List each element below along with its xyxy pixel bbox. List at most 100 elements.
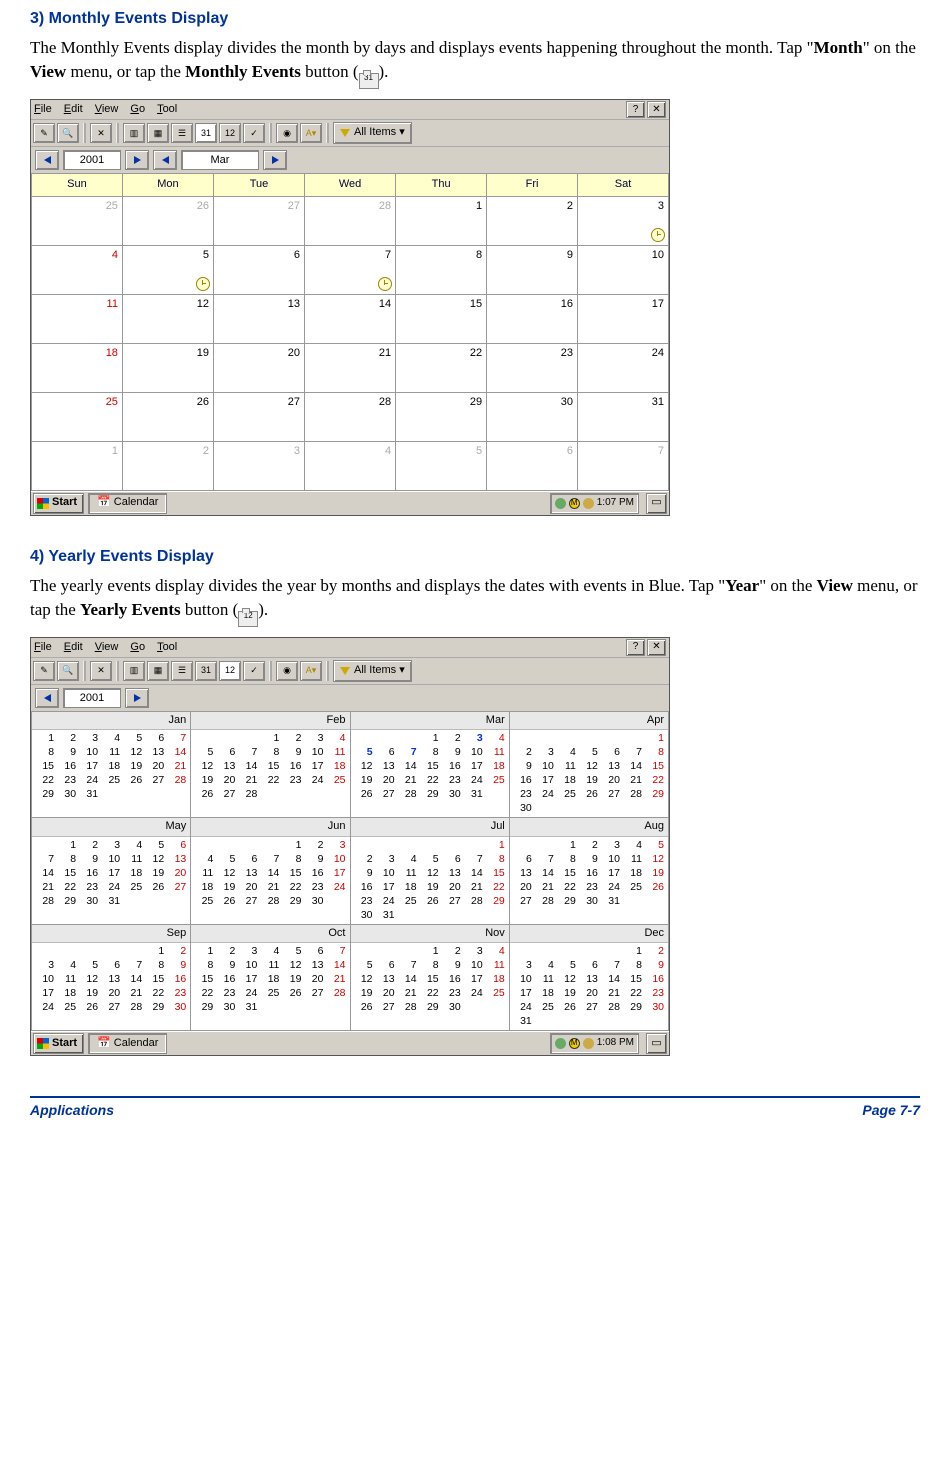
day-cell[interactable]: 8 bbox=[396, 245, 487, 294]
list-view-icon[interactable]: ✓ bbox=[243, 661, 265, 681]
year-field[interactable]: 2001 bbox=[63, 150, 121, 170]
year-prev-button[interactable] bbox=[35, 150, 59, 170]
taskbar-app-button[interactable]: 📅 Calendar bbox=[88, 1033, 167, 1054]
week-row-view-icon[interactable]: ☰ bbox=[171, 123, 193, 143]
day-cell[interactable]: 19 bbox=[122, 343, 213, 392]
menu-go[interactable]: Go bbox=[130, 640, 145, 655]
week-col-view-icon[interactable]: ▦ bbox=[147, 123, 169, 143]
day-cell[interactable]: 5 bbox=[122, 245, 213, 294]
mini-month-mar[interactable]: Mar1234567891011121314151617181920212223… bbox=[350, 711, 509, 817]
month-field[interactable]: Mar bbox=[181, 150, 259, 170]
find-icon[interactable]: 🔍 bbox=[57, 123, 79, 143]
find-icon[interactable]: 🔍 bbox=[57, 661, 79, 681]
day-cell[interactable]: 26 bbox=[122, 392, 213, 441]
menu-tool[interactable]: Tool bbox=[157, 640, 177, 655]
week-col-view-icon[interactable]: ▦ bbox=[147, 661, 169, 681]
day-cell[interactable]: 13 bbox=[214, 294, 305, 343]
start-button[interactable]: Start bbox=[33, 493, 84, 514]
day-cell[interactable]: 15 bbox=[396, 294, 487, 343]
mini-month-jun[interactable]: Jun1234567891011121314151617181920212223… bbox=[191, 818, 350, 924]
day-cell[interactable]: 9 bbox=[487, 245, 578, 294]
day-cell[interactable]: 25 bbox=[32, 392, 123, 441]
day-cell[interactable]: 20 bbox=[214, 343, 305, 392]
day-cell[interactable]: 27 bbox=[214, 196, 305, 245]
day-cell[interactable]: 10 bbox=[578, 245, 669, 294]
month-prev-button[interactable] bbox=[153, 150, 177, 170]
menu-edit[interactable]: Edit bbox=[64, 102, 83, 117]
day-cell[interactable]: 17 bbox=[578, 294, 669, 343]
year-next-button[interactable] bbox=[125, 150, 149, 170]
menu-edit[interactable]: Edit bbox=[64, 640, 83, 655]
system-tray[interactable]: M 1:08 PM bbox=[550, 1033, 639, 1054]
day-cell[interactable]: 1 bbox=[32, 441, 123, 490]
mini-month-jul[interactable]: Jul1234567891011121314151617181920212223… bbox=[350, 818, 509, 924]
day-cell[interactable]: 23 bbox=[487, 343, 578, 392]
day-cell[interactable]: 7 bbox=[578, 441, 669, 490]
month-view-icon[interactable]: 31 bbox=[195, 661, 217, 681]
day-cell[interactable]: 6 bbox=[214, 245, 305, 294]
day-cell[interactable]: 16 bbox=[487, 294, 578, 343]
filter-dropdown[interactable]: All Items ▾ bbox=[333, 122, 412, 144]
day-cell[interactable]: 27 bbox=[214, 392, 305, 441]
day-cell[interactable]: 3 bbox=[214, 441, 305, 490]
mini-month-oct[interactable]: Oct1234567891011121314151617181920212223… bbox=[191, 924, 350, 1030]
mini-month-apr[interactable]: Apr1234567891011121314151617181920212223… bbox=[509, 711, 668, 817]
mini-month-jan[interactable]: Jan1234567891011121314151617181920212223… bbox=[32, 711, 191, 817]
show-desktop-button[interactable]: ▭ bbox=[646, 493, 667, 514]
day-cell[interactable]: 12 bbox=[122, 294, 213, 343]
day-cell[interactable]: 26 bbox=[122, 196, 213, 245]
help-button[interactable]: ? bbox=[626, 101, 645, 118]
month-view-icon[interactable]: 31 bbox=[195, 123, 217, 143]
close-button[interactable]: ✕ bbox=[647, 101, 666, 118]
mini-month-feb[interactable]: Feb1234567891011121314151617181920212223… bbox=[191, 711, 350, 817]
day-cell[interactable]: 2 bbox=[122, 441, 213, 490]
system-tray[interactable]: M 1:07 PM bbox=[550, 493, 639, 514]
start-button[interactable]: Start bbox=[33, 1033, 84, 1054]
delete-icon[interactable]: ✕ bbox=[90, 123, 112, 143]
year-field[interactable]: 2001 bbox=[63, 688, 121, 708]
day-cell[interactable]: 5 bbox=[396, 441, 487, 490]
mini-month-aug[interactable]: Aug1234567891011121314151617181920212223… bbox=[509, 818, 668, 924]
new-event-icon[interactable]: ✎ bbox=[33, 123, 55, 143]
day-view-icon[interactable]: ▥ bbox=[123, 661, 145, 681]
highlight-icon[interactable]: A▾ bbox=[300, 123, 322, 143]
filter-dropdown[interactable]: All Items ▾ bbox=[333, 660, 412, 682]
show-desktop-button[interactable]: ▭ bbox=[646, 1033, 667, 1054]
menu-file[interactable]: File bbox=[34, 102, 52, 117]
day-cell[interactable]: 30 bbox=[487, 392, 578, 441]
day-cell[interactable]: 29 bbox=[396, 392, 487, 441]
day-cell[interactable]: 11 bbox=[32, 294, 123, 343]
menu-file[interactable]: File bbox=[34, 640, 52, 655]
menu-view[interactable]: View bbox=[95, 102, 119, 117]
delete-icon[interactable]: ✕ bbox=[90, 661, 112, 681]
day-cell[interactable]: 2 bbox=[487, 196, 578, 245]
goto-today-icon[interactable]: ◉ bbox=[276, 661, 298, 681]
day-cell[interactable]: 18 bbox=[32, 343, 123, 392]
help-button[interactable]: ? bbox=[626, 639, 645, 656]
year-prev-button[interactable] bbox=[35, 688, 59, 708]
day-cell[interactable]: 7 bbox=[304, 245, 395, 294]
year-view-icon[interactable]: 12 bbox=[219, 661, 241, 681]
day-cell[interactable]: 3 bbox=[578, 196, 669, 245]
day-cell[interactable]: 28 bbox=[304, 196, 395, 245]
list-view-icon[interactable]: ✓ bbox=[243, 123, 265, 143]
day-cell[interactable]: 21 bbox=[304, 343, 395, 392]
month-next-button[interactable] bbox=[263, 150, 287, 170]
close-button[interactable]: ✕ bbox=[647, 639, 666, 656]
taskbar-app-button[interactable]: 📅 Calendar bbox=[88, 493, 167, 514]
mini-month-sep[interactable]: Sep1234567891011121314151617181920212223… bbox=[32, 924, 191, 1030]
year-view-icon[interactable]: 12 bbox=[219, 123, 241, 143]
menu-tool[interactable]: Tool bbox=[157, 102, 177, 117]
menu-go[interactable]: Go bbox=[130, 102, 145, 117]
mini-month-nov[interactable]: Nov1234567891011121314151617181920212223… bbox=[350, 924, 509, 1030]
mini-month-dec[interactable]: Dec1234567891011121314151617181920212223… bbox=[509, 924, 668, 1030]
day-cell[interactable]: 6 bbox=[487, 441, 578, 490]
highlight-icon[interactable]: A▾ bbox=[300, 661, 322, 681]
day-cell[interactable]: 31 bbox=[578, 392, 669, 441]
day-cell[interactable]: 22 bbox=[396, 343, 487, 392]
day-cell[interactable]: 14 bbox=[304, 294, 395, 343]
day-cell[interactable]: 28 bbox=[304, 392, 395, 441]
goto-today-icon[interactable]: ◉ bbox=[276, 123, 298, 143]
day-cell[interactable]: 4 bbox=[304, 441, 395, 490]
day-cell[interactable]: 25 bbox=[32, 196, 123, 245]
